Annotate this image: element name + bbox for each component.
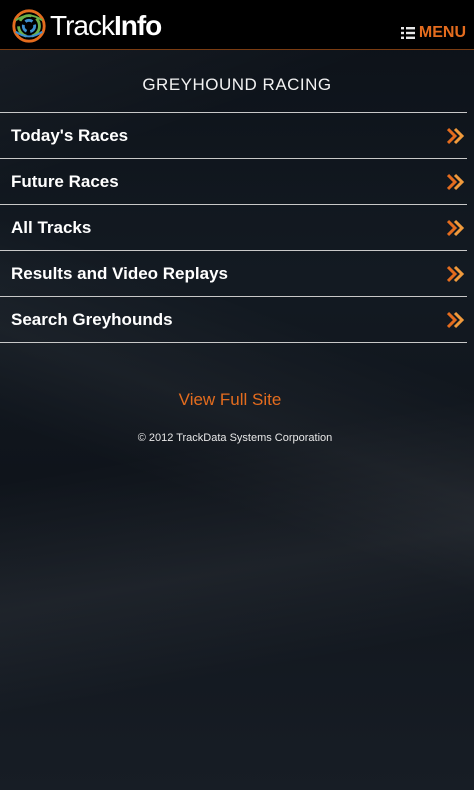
nav-item-label: Future Races: [11, 171, 119, 191]
menu-button[interactable]: MENU: [400, 24, 466, 42]
app-header: TrackInfo MENU: [0, 0, 474, 50]
nav-item-search-greyhounds[interactable]: Search Greyhounds: [0, 297, 467, 343]
logo-ring-icon: [12, 9, 46, 43]
view-full-site-link[interactable]: View Full Site: [0, 390, 460, 410]
double-chevron-right-icon: [447, 173, 465, 190]
copyright-text: © 2012 TrackData Systems Corporation: [137, 432, 333, 444]
nav-item-future-races[interactable]: Future Races: [0, 159, 467, 205]
nav-list: Today's Races Future Races All Tracks Re…: [0, 112, 467, 343]
double-chevron-right-icon: [447, 219, 465, 236]
nav-item-results-video-replays[interactable]: Results and Video Replays: [0, 251, 467, 297]
double-chevron-right-icon: [447, 265, 465, 282]
menu-label: MENU: [418, 24, 466, 41]
logo-text: TrackInfo: [50, 10, 162, 41]
double-chevron-right-icon: [447, 127, 465, 144]
nav-item-todays-races[interactable]: Today's Races: [0, 113, 467, 159]
nav-item-all-tracks[interactable]: All Tracks: [0, 205, 467, 251]
trackinfo-logo[interactable]: TrackInfo: [10, 6, 162, 46]
nav-item-label: All Tracks: [11, 217, 92, 237]
nav-item-label: Results and Video Replays: [11, 263, 228, 283]
double-chevron-right-icon: [447, 311, 465, 328]
page-title: GREYHOUND RACING: [142, 75, 332, 94]
list-menu-icon: [400, 27, 415, 39]
nav-item-label: Search Greyhounds: [11, 309, 173, 329]
nav-item-label: Today's Races: [11, 125, 129, 145]
